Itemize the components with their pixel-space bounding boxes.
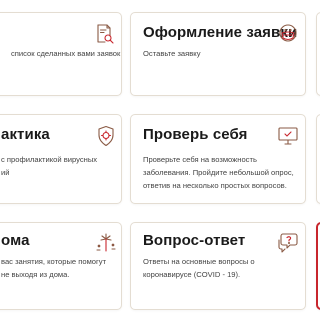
document-magnify-icon — [93, 23, 115, 45]
card-prevention[interactable]: актика с профилактикой вирусных ий — [0, 114, 122, 204]
medical-mask-icon — [277, 23, 299, 45]
card-faq[interactable]: Вопрос-ответ Ответы на основные вопросы … — [130, 222, 306, 310]
card-description: Проверьте себя на возможность заболевани… — [143, 155, 294, 190]
card-description: вас занятия, которые помогут не выходя и… — [1, 257, 107, 279]
card-description: список сделанных вами заявок — [11, 49, 121, 58]
card-self-check[interactable]: Проверь себя Проверьте себя на возможнос… — [130, 114, 306, 204]
card-title: Вопрос-ответ — [143, 232, 246, 249]
card-title: Проверь себя — [143, 126, 248, 143]
card-title: актика — [1, 126, 50, 143]
card-partial-right-2[interactable] — [316, 114, 320, 204]
card-new-request[interactable]: Оформление заявки Оставьте заявку — [130, 12, 306, 96]
card-description: с профилактикой вирусных ий — [1, 155, 98, 177]
services-grid: список сделанных вами заявок Оформление … — [0, 0, 320, 320]
card-title: ома — [1, 232, 30, 249]
virus-shield-icon — [95, 125, 117, 147]
card-my-requests[interactable]: список сделанных вами заявок — [0, 12, 122, 96]
card-title: Оформление заявки — [143, 24, 298, 41]
card-at-home[interactable]: ома вас занятия, которые помогут не выхо… — [0, 222, 122, 310]
question-chat-icon — [277, 231, 299, 253]
card-description: Ответы на основные вопросы о коронавирус… — [143, 257, 255, 279]
card-description: Оставьте заявку — [143, 49, 201, 58]
fireworks-icon — [95, 231, 117, 253]
card-partial-right-1[interactable] — [316, 12, 320, 96]
computer-test-icon — [277, 125, 299, 147]
card-partial-right-3[interactable] — [316, 222, 320, 310]
